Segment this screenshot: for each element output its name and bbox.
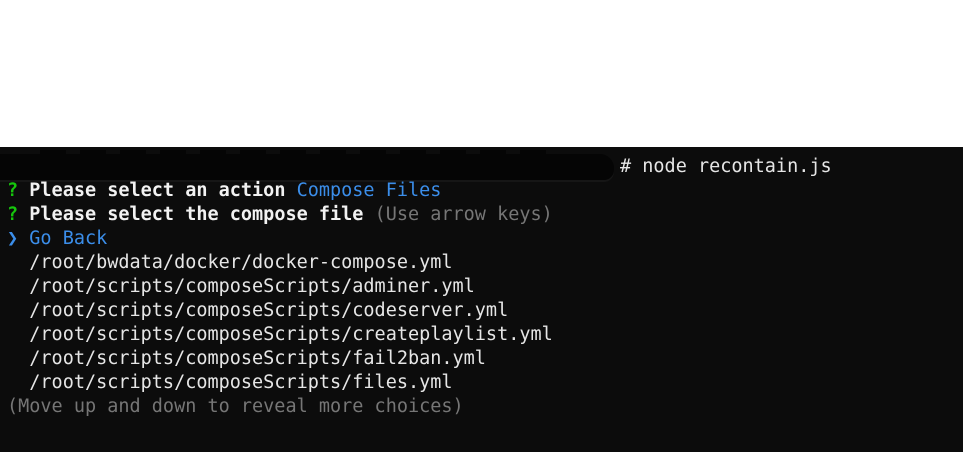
question-mark: ? — [7, 180, 19, 201]
question-answer: Compose Files — [296, 180, 442, 201]
choice-label: Go Back — [29, 228, 108, 249]
choice-label: /root/scripts/composeScripts/files.yml — [29, 372, 453, 393]
choice-label: /root/scripts/composeScripts/codeserver.… — [29, 300, 509, 321]
redacted-prompt — [0, 150, 614, 182]
choice-item[interactable]: /root/bwdata/docker/docker-compose.yml — [7, 251, 453, 275]
pointer-icon: ❯ — [7, 228, 19, 249]
choice-label: /root/bwdata/docker/docker-compose.yml — [29, 252, 453, 273]
footer-hint: (Move up and down to reveal more choices… — [7, 396, 464, 417]
choice-go-back[interactable]: ❯ Go Back — [7, 227, 107, 251]
choice-label: /root/scripts/composeScripts/adminer.yml — [29, 276, 475, 297]
question-compose-file: ? Please select the compose file (Use ar… — [7, 203, 553, 227]
page: # node recontain.js ? Please select an a… — [0, 0, 963, 452]
question-action: ? Please select an action Compose Files — [7, 179, 441, 203]
choice-label: /root/scripts/composeScripts/createplayl… — [29, 324, 553, 345]
choice-item[interactable]: /root/scripts/composeScripts/fail2ban.ym… — [7, 347, 486, 371]
choice-label: /root/scripts/composeScripts/fail2ban.ym… — [29, 348, 486, 369]
terminal-window[interactable]: # node recontain.js ? Please select an a… — [0, 147, 963, 452]
command-line: # node recontain.js — [620, 156, 832, 177]
question-text: Please select the compose file — [29, 204, 364, 225]
choice-item[interactable]: /root/scripts/composeScripts/createplayl… — [7, 323, 553, 347]
question-mark: ? — [7, 204, 19, 225]
choice-item[interactable]: /root/scripts/composeScripts/adminer.yml — [7, 275, 475, 299]
question-hint: (Use arrow keys) — [374, 204, 553, 225]
question-text: Please select an action — [29, 180, 286, 201]
choice-item[interactable]: /root/scripts/composeScripts/codeserver.… — [7, 299, 508, 323]
choice-item[interactable]: /root/scripts/composeScripts/files.yml — [7, 371, 453, 395]
